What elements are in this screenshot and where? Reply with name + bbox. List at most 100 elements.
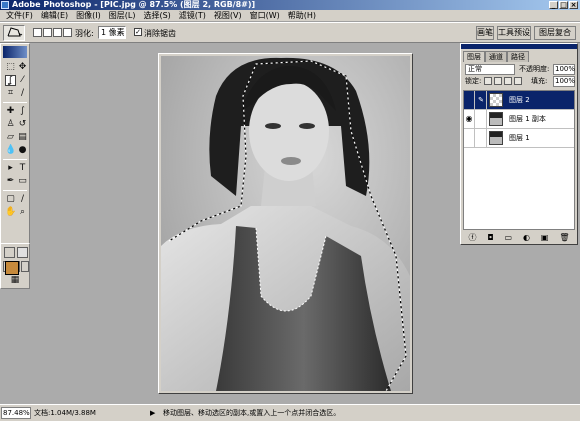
foreground-color-swatch[interactable] bbox=[5, 261, 19, 275]
layer-row[interactable]: ✎ 图层 2 bbox=[464, 91, 574, 110]
lock-position-box[interactable] bbox=[504, 77, 512, 85]
quick-mask-mode-icon[interactable] bbox=[17, 247, 28, 258]
window-title: Adobe Photoshop - [PIC.jpg @ 87.5% (图层 2… bbox=[12, 0, 256, 9]
menu-bar: 文件(F) 编辑(E) 图像(I) 图层(L) 选择(S) 滤镜(T) 视图(V… bbox=[0, 10, 580, 22]
palette-layer-comps-tab[interactable]: 图层复合 bbox=[534, 26, 576, 40]
history-brush-icon[interactable]: ↺ bbox=[17, 119, 28, 130]
minimize-button[interactable]: _ bbox=[549, 1, 558, 9]
layer-thumbnail bbox=[489, 112, 503, 126]
close-button[interactable]: × bbox=[569, 1, 578, 9]
maximize-button[interactable]: □ bbox=[559, 1, 568, 9]
brush-tool-icon[interactable]: ∫ bbox=[17, 106, 28, 117]
eyedropper-icon[interactable]: ∕ bbox=[17, 194, 28, 205]
menu-help[interactable]: 帮助(H) bbox=[284, 10, 320, 21]
feather-input[interactable]: 1 像素 bbox=[98, 26, 126, 39]
blur-tool-icon[interactable]: 💧 bbox=[5, 145, 16, 156]
polygonal-lasso-icon bbox=[7, 27, 23, 37]
visibility-toggle[interactable] bbox=[464, 91, 475, 109]
title-bar: Adobe Photoshop - [PIC.jpg @ 87.5% (图层 2… bbox=[0, 0, 580, 10]
hand-tool-icon[interactable]: ✋ bbox=[5, 207, 16, 218]
photoshop-app-icon bbox=[1, 1, 9, 9]
menu-layer[interactable]: 图层(L) bbox=[105, 10, 140, 21]
opacity-label: 不透明度: bbox=[519, 65, 550, 73]
pen-tool-icon[interactable]: ✒ bbox=[5, 176, 16, 187]
layer-row[interactable]: ◉ 图层 1 副本 bbox=[464, 110, 574, 129]
intersect-selection-mode[interactable] bbox=[63, 28, 72, 37]
toolbox-header bbox=[3, 46, 27, 58]
toolbox-divider bbox=[3, 102, 27, 103]
subtract-selection-mode[interactable] bbox=[53, 28, 62, 37]
tab-paths[interactable]: 路径 bbox=[507, 51, 529, 62]
path-selection-icon[interactable]: ▸ bbox=[5, 163, 16, 174]
visibility-toggle[interactable] bbox=[464, 129, 475, 147]
layer-mask-icon[interactable]: ◘ bbox=[487, 233, 493, 243]
link-cell[interactable] bbox=[476, 110, 487, 128]
notes-tool-icon[interactable]: ▢ bbox=[5, 194, 16, 205]
brush-link-icon[interactable]: ✎ bbox=[476, 91, 487, 109]
blend-mode-select[interactable]: 正常 bbox=[465, 64, 515, 75]
menu-window[interactable]: 窗口(W) bbox=[246, 10, 284, 21]
slice-tool-icon[interactable]: ∕ bbox=[17, 88, 28, 99]
lock-pixels-box[interactable] bbox=[494, 77, 502, 85]
zoom-level-input[interactable]: 87.48% bbox=[1, 407, 31, 419]
crop-tool-icon[interactable]: ⌗ bbox=[5, 88, 16, 99]
type-tool-icon[interactable]: T bbox=[17, 163, 28, 174]
palette-tool-presets-tab[interactable]: 工具预设 bbox=[497, 26, 531, 40]
standard-mode-icon[interactable] bbox=[4, 247, 15, 258]
healing-brush-icon[interactable]: ✚ bbox=[5, 106, 16, 117]
menu-filter[interactable]: 滤镜(T) bbox=[175, 10, 210, 21]
options-bar: 羽化: 1 像素 ✓ 消除锯齿 画笔 工具预设 图层复合 bbox=[0, 22, 580, 43]
new-layer-icon[interactable]: ▣ bbox=[541, 233, 549, 243]
feather-label: 羽化: bbox=[75, 29, 94, 38]
lock-transparency-box[interactable] bbox=[484, 77, 492, 85]
portrait-photo bbox=[161, 56, 410, 391]
tool-preset-picker[interactable] bbox=[3, 25, 25, 41]
menu-edit[interactable]: 编辑(E) bbox=[37, 10, 72, 21]
marquee-tool-icon[interactable]: ⬚ bbox=[5, 62, 16, 73]
dodge-tool-icon[interactable]: ● bbox=[17, 145, 28, 156]
fill-label: 填充: bbox=[531, 77, 548, 85]
palette-brushes-tab[interactable]: 画笔 bbox=[476, 26, 494, 40]
layer-list: ✎ 图层 2 ◉ 图层 1 副本 图层 1 bbox=[463, 90, 575, 230]
add-selection-mode[interactable] bbox=[43, 28, 52, 37]
layer-style-icon[interactable]: ⓕ bbox=[468, 233, 476, 243]
toolbox-divider bbox=[3, 159, 27, 160]
imageready-jump-icon[interactable]: ▦ bbox=[5, 275, 25, 286]
opacity-input[interactable]: 100% bbox=[553, 64, 575, 75]
clone-stamp-icon[interactable]: ♙ bbox=[5, 119, 16, 130]
lasso-tool-icon[interactable]: ʆ bbox=[5, 75, 16, 86]
magic-wand-icon[interactable]: ⁄ bbox=[17, 75, 28, 86]
layer-thumbnail bbox=[489, 93, 503, 107]
tab-channels[interactable]: 通道 bbox=[485, 51, 507, 62]
full-screen-icon[interactable] bbox=[21, 261, 29, 272]
antialias-checkbox[interactable]: ✓ bbox=[134, 28, 142, 36]
tab-layers[interactable]: 图层 bbox=[463, 51, 485, 62]
lock-label: 锁定: bbox=[465, 77, 482, 85]
document-size-info[interactable]: 文档:1.04M/3.88M bbox=[34, 408, 96, 418]
status-arrow-icon[interactable]: ▶ bbox=[150, 408, 155, 418]
eraser-tool-icon[interactable]: ▱ bbox=[5, 132, 16, 143]
link-cell[interactable] bbox=[476, 129, 487, 147]
move-tool-icon[interactable]: ✥ bbox=[17, 62, 28, 73]
new-set-icon[interactable]: ▭ bbox=[505, 233, 513, 243]
trash-icon[interactable]: 🗑 bbox=[559, 233, 569, 243]
lock-all-box[interactable] bbox=[514, 77, 522, 85]
menu-image[interactable]: 图像(I) bbox=[72, 10, 105, 21]
layer-thumbnail bbox=[489, 131, 503, 145]
fill-input[interactable]: 100% bbox=[553, 76, 575, 87]
menu-view[interactable]: 视图(V) bbox=[210, 10, 246, 21]
document-canvas[interactable] bbox=[158, 53, 413, 394]
zoom-tool-icon[interactable]: ⌕ bbox=[17, 207, 28, 218]
shape-tool-icon[interactable]: ▭ bbox=[17, 176, 28, 187]
gradient-tool-icon[interactable]: ▤ bbox=[17, 132, 28, 143]
layer-row[interactable]: 图层 1 bbox=[464, 129, 574, 148]
layer-name: 图层 2 bbox=[509, 96, 530, 104]
eye-icon[interactable]: ◉ bbox=[464, 110, 475, 128]
new-selection-mode[interactable] bbox=[33, 28, 42, 37]
adjustment-layer-icon[interactable]: ◐ bbox=[523, 233, 530, 243]
menu-select[interactable]: 选择(S) bbox=[139, 10, 174, 21]
menu-file[interactable]: 文件(F) bbox=[2, 10, 37, 21]
layers-panel-titlebar[interactable] bbox=[461, 44, 577, 49]
status-hint: 移动图层、移动选区的副本,或置入上一个点并闭合选区。 bbox=[163, 409, 341, 417]
antialias-label: 消除锯齿 bbox=[144, 29, 176, 38]
